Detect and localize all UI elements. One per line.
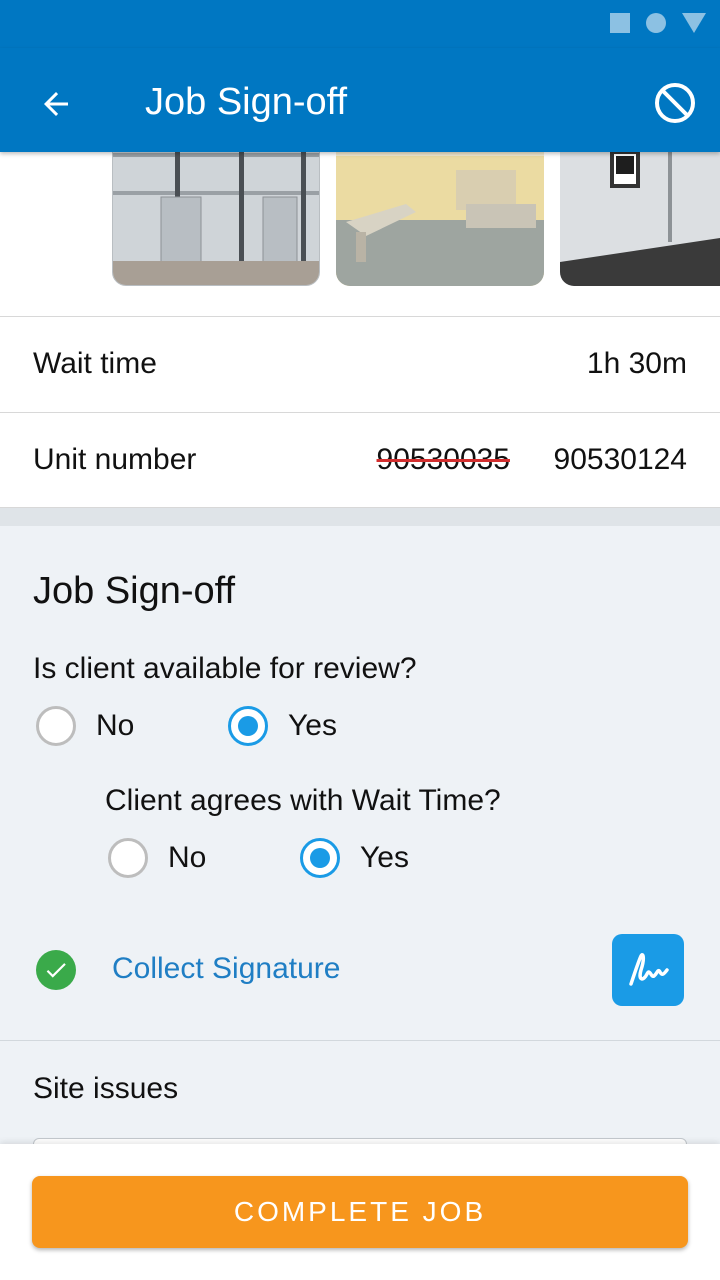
section-divider xyxy=(0,508,720,526)
unit-number-value: 90530124 xyxy=(553,443,687,476)
recent-apps-icon xyxy=(610,13,630,33)
unit-number-old-value: 90530035 xyxy=(376,443,510,476)
photo-thumbnail[interactable] xyxy=(336,152,544,286)
signature-icon xyxy=(629,953,669,986)
collect-signature-link[interactable]: Collect Signature xyxy=(112,952,340,986)
back-button[interactable] xyxy=(30,78,82,130)
unit-number-row: Unit number 90530035 90530124 xyxy=(0,412,720,508)
radio-off-icon xyxy=(36,706,76,746)
radio-label: Yes xyxy=(288,709,337,742)
radio-off-icon xyxy=(108,838,148,878)
home-icon xyxy=(646,13,666,33)
wait-time-row: Wait time 1h 30m xyxy=(0,316,720,412)
container-photo-image xyxy=(113,152,319,285)
photo-strip[interactable] xyxy=(0,152,720,316)
complete-job-button[interactable]: COMPLETE JOB xyxy=(32,1176,688,1248)
signature-button[interactable] xyxy=(612,934,684,1006)
app-bar: Job Sign-off xyxy=(0,48,720,152)
signoff-title: Job Sign-off xyxy=(33,570,236,612)
wait-time-value: 1h 30m xyxy=(586,347,687,380)
site-issues-label: Site issues xyxy=(33,1072,179,1105)
cancel-icon xyxy=(655,83,695,123)
signoff-section: Job Sign-off Is client available for rev… xyxy=(0,526,720,1178)
client-available-yes-radio[interactable]: Yes xyxy=(228,706,337,746)
client-available-question: Is client available for review? xyxy=(33,652,417,685)
unit-number-label: Unit number xyxy=(33,443,197,476)
back-arrow-icon xyxy=(44,92,68,116)
radio-label: No xyxy=(168,841,207,874)
photo-thumbnail[interactable] xyxy=(112,152,320,286)
status-bar xyxy=(0,0,720,48)
wait-time-agree-question: Client agrees with Wait Time? xyxy=(105,784,501,817)
wait-time-label: Wait time xyxy=(33,347,157,380)
building-photo-image xyxy=(560,152,720,286)
site-issues-divider xyxy=(0,1040,720,1041)
room-photo-image xyxy=(336,152,544,286)
wait-time-agree-no-radio[interactable]: No xyxy=(108,838,206,878)
wait-time-agree-yes-radio[interactable]: Yes xyxy=(300,838,409,878)
bottom-action-bar: COMPLETE JOB xyxy=(0,1144,720,1280)
radio-on-icon xyxy=(300,838,340,878)
radio-label: Yes xyxy=(360,841,409,874)
photo-thumbnail[interactable] xyxy=(560,152,720,286)
radio-on-icon xyxy=(228,706,268,746)
page-title: Job Sign-off xyxy=(145,81,348,123)
check-circle-icon xyxy=(36,950,76,990)
cancel-job-button[interactable] xyxy=(650,78,700,128)
client-available-no-radio[interactable]: No xyxy=(36,706,134,746)
back-nav-icon xyxy=(682,13,706,33)
status-icons xyxy=(610,13,706,33)
radio-label: No xyxy=(96,709,135,742)
